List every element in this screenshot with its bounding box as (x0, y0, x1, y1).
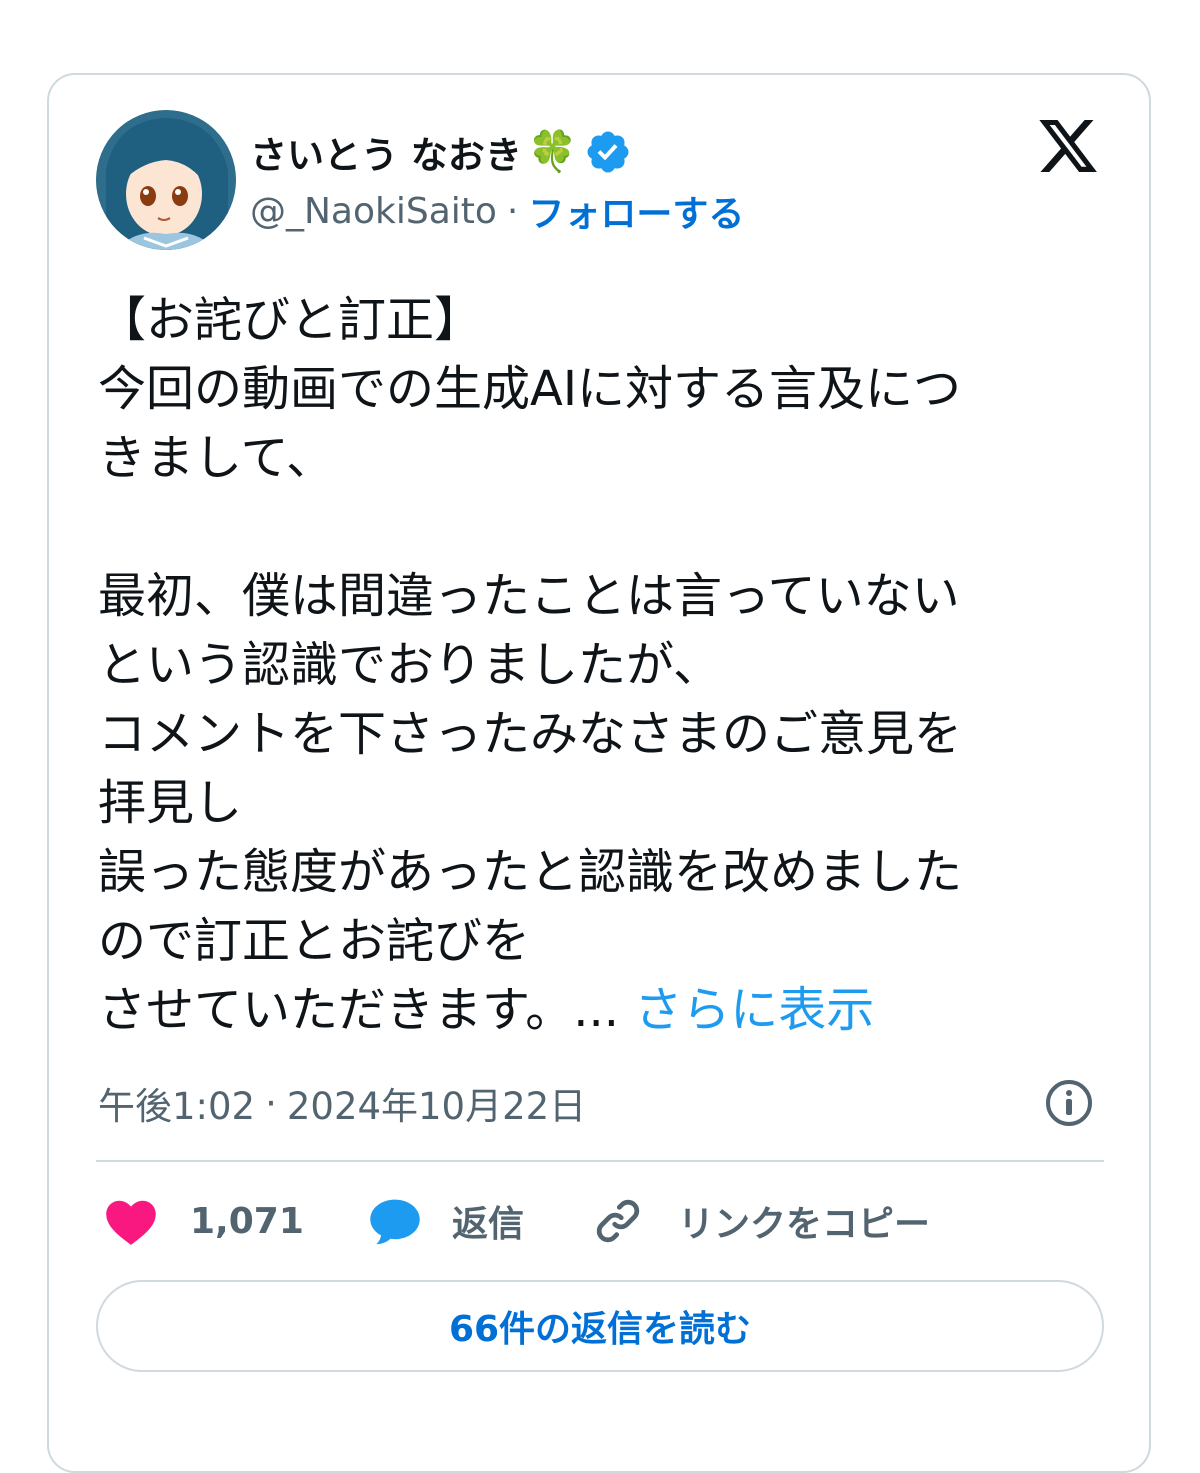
x-logo-icon[interactable] (1034, 114, 1102, 178)
copy-link-button[interactable]: リンクをコピー (592, 1190, 930, 1252)
tweet-line (98, 493, 1088, 562)
follow-button[interactable]: フォローする (528, 185, 744, 237)
tweet-time: 午後1:02 (98, 1085, 256, 1128)
copy-link-label: リンクをコピー (678, 1204, 931, 1245)
tweet-line: させていただきます。... (98, 982, 619, 1038)
read-replies-button[interactable]: 66件の返信を読む (96, 1280, 1104, 1372)
avatar[interactable] (96, 110, 236, 250)
read-replies-label: 66件の返信を読む (448, 1309, 752, 1350)
author-handle-row: @_NaokiSaito · フォローする (250, 186, 744, 236)
meta-separator: · (265, 1081, 277, 1125)
clover-emoji: 🍀 (527, 129, 578, 175)
author-display-name[interactable]: さいとう なおき (250, 125, 522, 179)
heart-icon (106, 1200, 156, 1245)
reply-button[interactable]: 返信 (368, 1190, 524, 1252)
like-button[interactable]: 1,071 (104, 1190, 304, 1252)
info-icon[interactable] (1044, 1078, 1094, 1128)
avatar-illustration (96, 110, 236, 250)
link-icon (596, 1199, 640, 1243)
like-count: 1,071 (190, 1200, 304, 1242)
tweet-line: コメントを下さったみなさまのご意見を (98, 706, 963, 762)
tweet-actions: 1,071 返信 リンクをコピー (96, 1190, 1104, 1252)
tweet-line: 最初、僕は間違ったことは言っていない (98, 568, 960, 624)
tweet-last-line: させていただきます。... さらに表示 (98, 976, 1088, 1045)
author-handle[interactable]: @_NaokiSaito (250, 191, 497, 232)
tweet-line: 拝見し (98, 775, 243, 831)
tweet-line: という認識でおりましたが、 (98, 637, 722, 693)
tweet-line: 今回の動画での生成AIに対する言及につ (98, 361, 961, 417)
tweet-text: 【お詫びと訂正】 今回の動画での生成AIに対する言及につ きまして、 最初、僕は… (98, 286, 1088, 1045)
tweet-line: きまして、 (98, 430, 335, 486)
tweet-line: 誤った態度があったと認識を改めました (98, 844, 963, 900)
author-name-row[interactable]: さいとう なおき 🍀 (250, 124, 632, 180)
reply-bubble-icon (370, 1199, 420, 1245)
tweet-timestamp[interactable]: 午後1:02 · 2024年10月22日 (98, 1078, 587, 1129)
handle-separator: · (506, 190, 519, 232)
verified-badge-icon[interactable] (584, 128, 632, 176)
tweet-date: 2024年10月22日 (286, 1085, 587, 1128)
divider (96, 1160, 1104, 1162)
tweet-line: ので訂正とお詫びを (98, 913, 531, 969)
show-more-link[interactable]: さらに表示 (634, 982, 874, 1038)
reply-label: 返信 (452, 1204, 525, 1245)
tweet-line: 【お詫びと訂正】 (98, 292, 483, 348)
